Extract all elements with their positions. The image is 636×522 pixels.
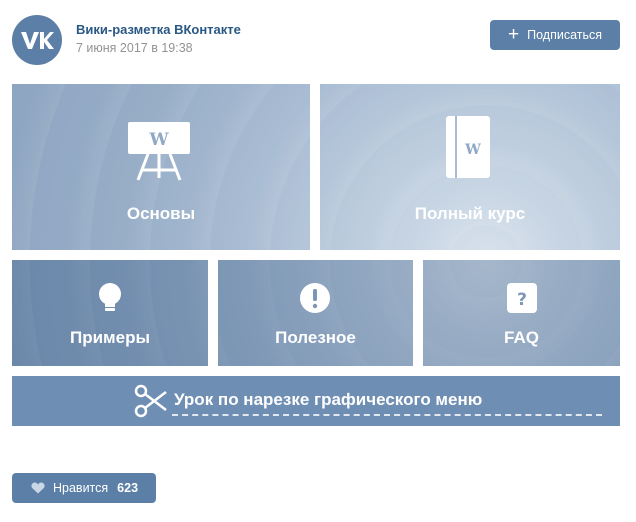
post-date[interactable]: 7 июня 2017 в 19:38 — [76, 41, 193, 55]
heart-icon — [31, 482, 45, 494]
like-label: Нравится — [53, 481, 109, 495]
avatar[interactable] — [12, 15, 62, 65]
tile-full-course[interactable]: W Полный курс — [320, 84, 620, 250]
subscribe-button[interactable]: + Подписаться — [490, 20, 620, 50]
svg-text:W: W — [464, 142, 481, 158]
like-button[interactable]: Нравится 623 — [12, 473, 156, 503]
vk-logo-icon — [21, 32, 54, 49]
svg-text:W: W — [148, 130, 169, 150]
dashed-cut-line — [172, 414, 602, 416]
scissors-icon — [134, 384, 167, 418]
author-name[interactable]: Вики-разметка ВКонтакте — [76, 22, 241, 37]
easel-w-icon: W — [128, 122, 190, 181]
tile-examples[interactable]: Примеры — [12, 260, 208, 366]
tile-osnovy[interactable]: W Основы — [12, 84, 310, 250]
exclamation-circle-icon — [300, 283, 330, 313]
tile-label: Полный курс — [414, 204, 526, 223]
tile-label: Полезное — [275, 328, 356, 347]
tile-useful[interactable]: Полезное — [218, 260, 413, 366]
tile-label: Основы — [126, 204, 196, 223]
tile-label: Примеры — [70, 328, 150, 347]
subscribe-label: Подписаться — [527, 28, 602, 42]
plus-icon: + — [508, 23, 520, 45]
tile-label: FAQ — [504, 328, 539, 347]
banner-cut-lesson[interactable]: Урок по нарезке графического меню — [12, 376, 620, 426]
book-w-icon: W — [446, 116, 490, 178]
banner-label: Урок по нарезке графического меню — [174, 390, 483, 409]
tile-faq[interactable]: ? FAQ — [423, 260, 620, 366]
like-count: 623 — [117, 481, 139, 495]
wiki-menu-graphic: W Основы W Полный курс Примеры Полезное … — [12, 84, 620, 426]
svg-text:?: ? — [517, 290, 527, 310]
lightbulb-icon — [99, 283, 121, 311]
question-square-icon: ? — [507, 283, 537, 313]
post-header: Вики-разметка ВКонтакте 7 июня 2017 в 19… — [12, 15, 620, 65]
